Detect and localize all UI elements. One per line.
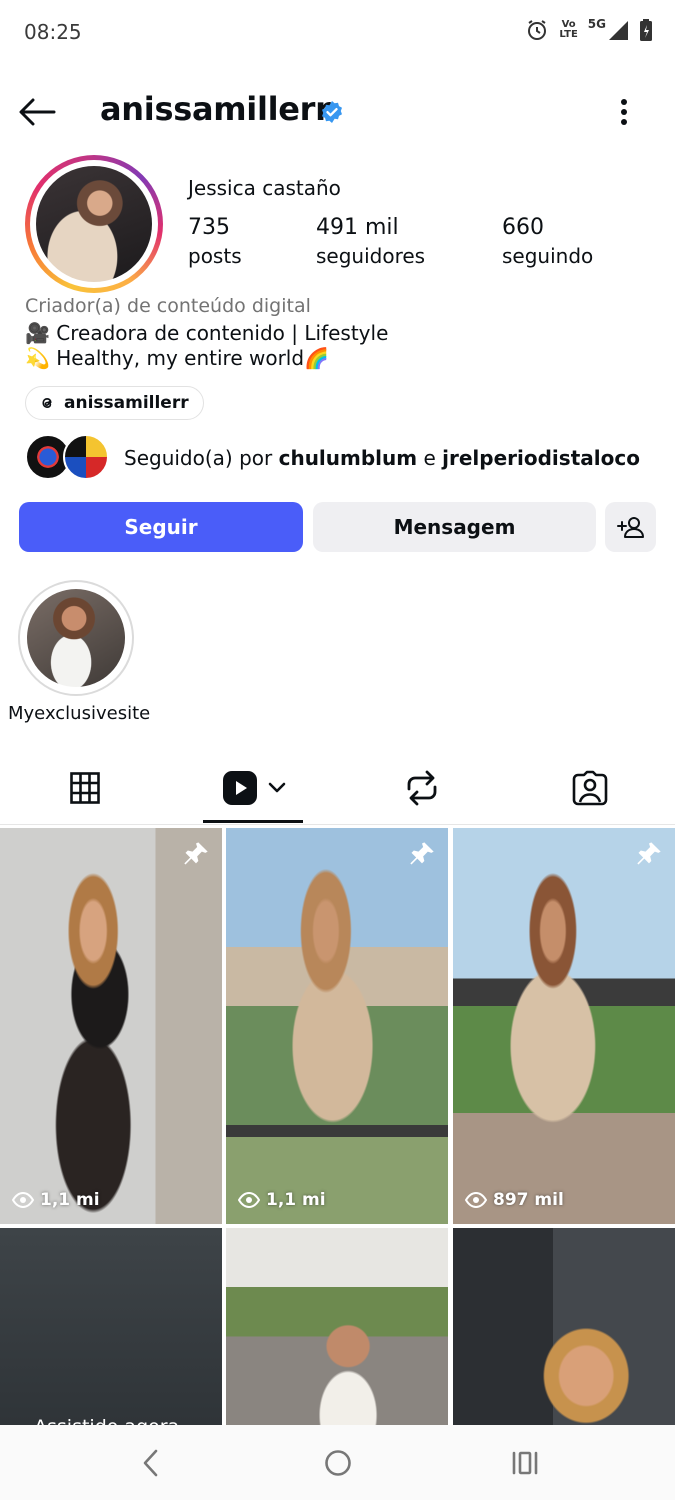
view-count-value: 897 mil [493,1190,564,1210]
eye-icon [12,1192,34,1208]
grid-item[interactable]: Assistido agora [0,1228,222,1425]
story-highlight[interactable] [18,580,134,696]
grid-item[interactable]: 1,1 mi [226,828,448,1224]
verified-badge-icon [322,101,342,123]
tabs-divider [0,824,675,825]
avatar-border [30,160,158,288]
arrow-left-icon [19,98,56,126]
grid-item[interactable]: 1,1 mi [0,828,222,1224]
stat-following-value: 660 [502,215,544,240]
mutual-follower-avatar-2 [63,434,109,480]
volte-icon: Vo LTE [559,19,578,40]
highlight-cover-image [27,589,125,687]
mutual-followers-avatars[interactable] [25,434,115,484]
recents-icon [512,1451,538,1475]
view-count: 1,1 mi [12,1190,100,1210]
bio-line-2: 💫 Healthy, my entire world🌈 [25,346,329,370]
watched-now-label: Assistido agora [34,1416,179,1425]
stat-followers[interactable]: 491 mil seguidores [316,215,425,268]
stat-posts-label: posts [188,244,242,268]
stat-posts-value: 735 [188,215,230,240]
stat-following[interactable]: 660 seguindo [502,215,593,268]
grid-item[interactable] [453,1228,675,1425]
chevron-down-icon [268,782,286,793]
view-count: 1,1 mi [238,1190,326,1210]
network-type: 5G [587,17,606,31]
threads-icon [42,398,52,408]
tab-posts-grid[interactable] [0,760,170,816]
status-icons: Vo LTE 5G [525,18,653,42]
home-circle-icon [325,1450,351,1476]
tab-reels[interactable] [169,760,339,816]
display-name: Jessica castaño [188,176,341,200]
bio-line-1: 🎥 Creadora de contenido | Lifestyle [25,321,389,345]
reels-icon [223,771,257,805]
pin-icon [410,842,434,865]
nav-back-button[interactable] [120,1443,180,1483]
view-count-value: 1,1 mi [266,1190,326,1210]
followed-by-user-2[interactable]: jrelperiodistaloco [442,446,640,470]
add-user-icon [616,517,644,538]
stat-following-label: seguindo [502,244,594,268]
followed-by-user-1[interactable]: chulumblum [279,446,418,470]
tagged-icon [572,770,608,806]
grid-item[interactable] [226,1228,448,1425]
grid-item[interactable]: 897 mil [453,828,675,1224]
nav-recents-button[interactable] [495,1443,555,1483]
view-count: 897 mil [465,1190,564,1210]
more-options-button[interactable] [608,94,640,130]
stat-posts: 735 posts [188,215,242,268]
followed-by-conjunction: e [423,446,436,470]
pin-icon [637,842,661,865]
eye-icon [238,1192,260,1208]
nav-home-button[interactable] [308,1443,368,1483]
more-vertical-icon [621,99,627,125]
status-time: 08:25 [24,20,82,44]
battery-icon [640,19,652,41]
grid-icon [70,772,100,804]
tab-tagged[interactable] [505,760,675,816]
system-nav-bar [0,1425,675,1500]
followed-by-prefix: Seguido(a) por [124,446,273,470]
threads-handle: anissamillerr [64,393,189,413]
chevron-left-icon [143,1449,158,1477]
followed-by-text[interactable]: Seguido(a) por chulumblum e jrelperiodis… [124,446,640,470]
active-tab-indicator [203,820,303,823]
view-count-value: 1,1 mi [40,1190,100,1210]
profile-avatar[interactable] [25,155,163,293]
profile-category: Criador(a) de conteúdo digital [25,295,311,317]
pin-icon [184,842,208,865]
back-button[interactable] [14,92,60,132]
profile-username: anissamillerr [100,90,331,128]
stat-followers-value: 491 mil [316,215,399,240]
tab-reposts[interactable] [337,760,507,816]
signal-icon [609,21,628,40]
threads-link[interactable]: anissamillerr [25,386,204,420]
stat-followers-label: seguidores [316,244,426,268]
suggested-users-button[interactable] [605,502,656,552]
follow-button[interactable]: Seguir [19,502,303,552]
avatar-image [36,166,152,282]
message-button[interactable]: Mensagem [313,502,596,552]
eye-icon [465,1192,487,1208]
alarm-icon [528,20,547,40]
highlight-label: Myexclusivesite [8,703,151,724]
repost-icon [407,770,437,806]
